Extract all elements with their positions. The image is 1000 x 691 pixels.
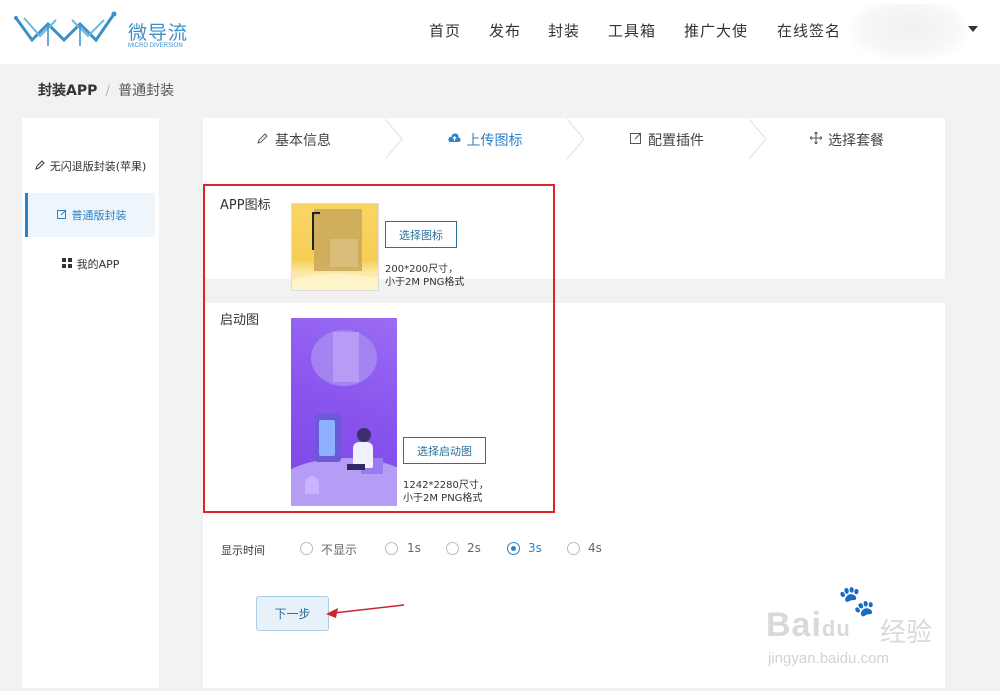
choose-icon-button[interactable]: 选择图标 [385, 221, 457, 248]
launch-preview-person-legs [347, 464, 365, 470]
move-icon [809, 131, 823, 148]
launch-hint: 1242*2280尺寸， 小于2M PNG格式 [403, 479, 489, 505]
nav-online-sign[interactable]: 在线签名 [777, 20, 841, 41]
sidebar-item-label: 无闪退版封装(苹果) [49, 160, 147, 173]
step-progress: 基本信息 上传图标 配置插件 选择套餐 [203, 118, 945, 161]
caret-down-icon[interactable] [968, 26, 978, 32]
step-choose-plan[interactable]: 选择套餐 [767, 118, 927, 161]
nav-package[interactable]: 封装 [548, 20, 580, 41]
top-header: 微导流 MICRO DIVERSION 首页 发布 封装 工具箱 推广大使 在线… [0, 0, 1000, 64]
launch-preview-phone-screen [319, 420, 335, 456]
next-step-button[interactable]: 下一步 [256, 596, 329, 631]
choose-launch-image-button[interactable]: 选择启动图 [403, 437, 486, 464]
launch-image-preview [291, 318, 397, 506]
nav-publish[interactable]: 发布 [489, 20, 521, 41]
launch-hint-line-2: 小于2M PNG格式 [403, 493, 483, 504]
brand-name-en: MICRO DIVERSION [128, 43, 183, 49]
step-divider-inner [383, 118, 401, 160]
sidebar-item-normal-package[interactable]: 普通版封装 [25, 193, 155, 237]
app-icon-label: APP图标 [220, 198, 271, 213]
grid-icon [61, 257, 72, 271]
edit-square-icon [630, 132, 642, 148]
radio-label-3s[interactable]: 3s [528, 541, 542, 555]
icon-hint-line-2: 小于2M PNG格式 [385, 277, 465, 288]
radio-label-4s[interactable]: 4s [588, 541, 602, 555]
radio-no-display[interactable] [300, 542, 313, 555]
brand-name: 微导流 [128, 22, 189, 44]
icon-hint-line-1: 200*200尺寸， [385, 264, 459, 275]
step-label: 基本信息 [275, 132, 331, 149]
nav-promoter[interactable]: 推广大使 [684, 20, 748, 41]
pen-icon [257, 132, 269, 148]
step-basic-info[interactable]: 基本信息 [203, 118, 385, 161]
nav-toolbox[interactable]: 工具箱 [608, 20, 656, 41]
sidebar-item-my-app[interactable]: 我的APP [26, 242, 155, 286]
watermark-text: Baidu [766, 606, 851, 645]
icon-preview-blur-2 [330, 239, 358, 267]
radio-label-no-display[interactable]: 不显示 [321, 541, 357, 558]
step-label: 选择套餐 [828, 132, 884, 149]
watermark-text-bai: Bai [766, 606, 822, 644]
sidebar-item-label: 我的APP [76, 258, 120, 271]
icon-hint: 200*200尺寸， 小于2M PNG格式 [385, 263, 464, 289]
watermark-text-du: du [821, 616, 851, 641]
icon-preview-mark [312, 212, 320, 250]
watermark-url: jingyan.baidu.com [768, 650, 889, 667]
radio-2s[interactable] [446, 542, 459, 555]
step-label: 上传图标 [466, 132, 523, 149]
radio-label-1s[interactable]: 1s [407, 541, 421, 555]
edit-icon [34, 159, 45, 173]
user-avatar[interactable] [850, 4, 968, 60]
baidu-watermark: 🐾 Baidu 经验 jingyan.baidu.com [766, 584, 956, 670]
launch-preview-plant [305, 476, 319, 494]
breadcrumb: 封装APP / 普通封装 [38, 80, 174, 100]
breadcrumb-root[interactable]: 封装APP [38, 83, 97, 99]
step-upload-icon[interactable]: 上传图标 [403, 118, 567, 161]
launch-hint-line-1: 1242*2280尺寸， [403, 480, 489, 491]
step-divider-inner [747, 118, 765, 160]
edit-square-icon [56, 209, 67, 222]
breadcrumb-current: 普通封装 [118, 83, 175, 99]
launch-preview-person-head [357, 428, 371, 442]
cloud-upload-icon [447, 132, 461, 147]
step-label: 配置插件 [648, 132, 704, 149]
watermark-cn: 经验 [880, 618, 933, 648]
radio-4s[interactable] [567, 542, 580, 555]
sidebar-item-no-crash-package[interactable]: 无闪退版封装(苹果) [26, 144, 155, 188]
step-end-arrow [927, 118, 945, 160]
sidebar-item-label: 普通版封装 [71, 209, 127, 222]
display-time-label: 显示时间 [221, 544, 265, 557]
launch-image-label: 启动图 [220, 313, 260, 328]
breadcrumb-separator: / [105, 83, 111, 99]
app-icon-preview [291, 203, 379, 291]
step-divider-inner [565, 118, 583, 160]
sidebar: 无闪退版封装(苹果) 普通版封装 我的APP [22, 118, 159, 688]
step-configure-plugins[interactable]: 配置插件 [585, 118, 749, 161]
launch-preview-blur [333, 332, 359, 382]
nav-home[interactable]: 首页 [429, 20, 461, 41]
annotation-arrow-icon [326, 604, 405, 618]
radio-1s[interactable] [385, 542, 398, 555]
logo-icon [14, 11, 117, 46]
brand-logo[interactable]: 微导流 MICRO DIVERSION [14, 10, 194, 54]
icon-preview-cloud [292, 274, 378, 290]
radio-label-2s[interactable]: 2s [467, 541, 481, 555]
radio-3s[interactable] [507, 542, 520, 555]
